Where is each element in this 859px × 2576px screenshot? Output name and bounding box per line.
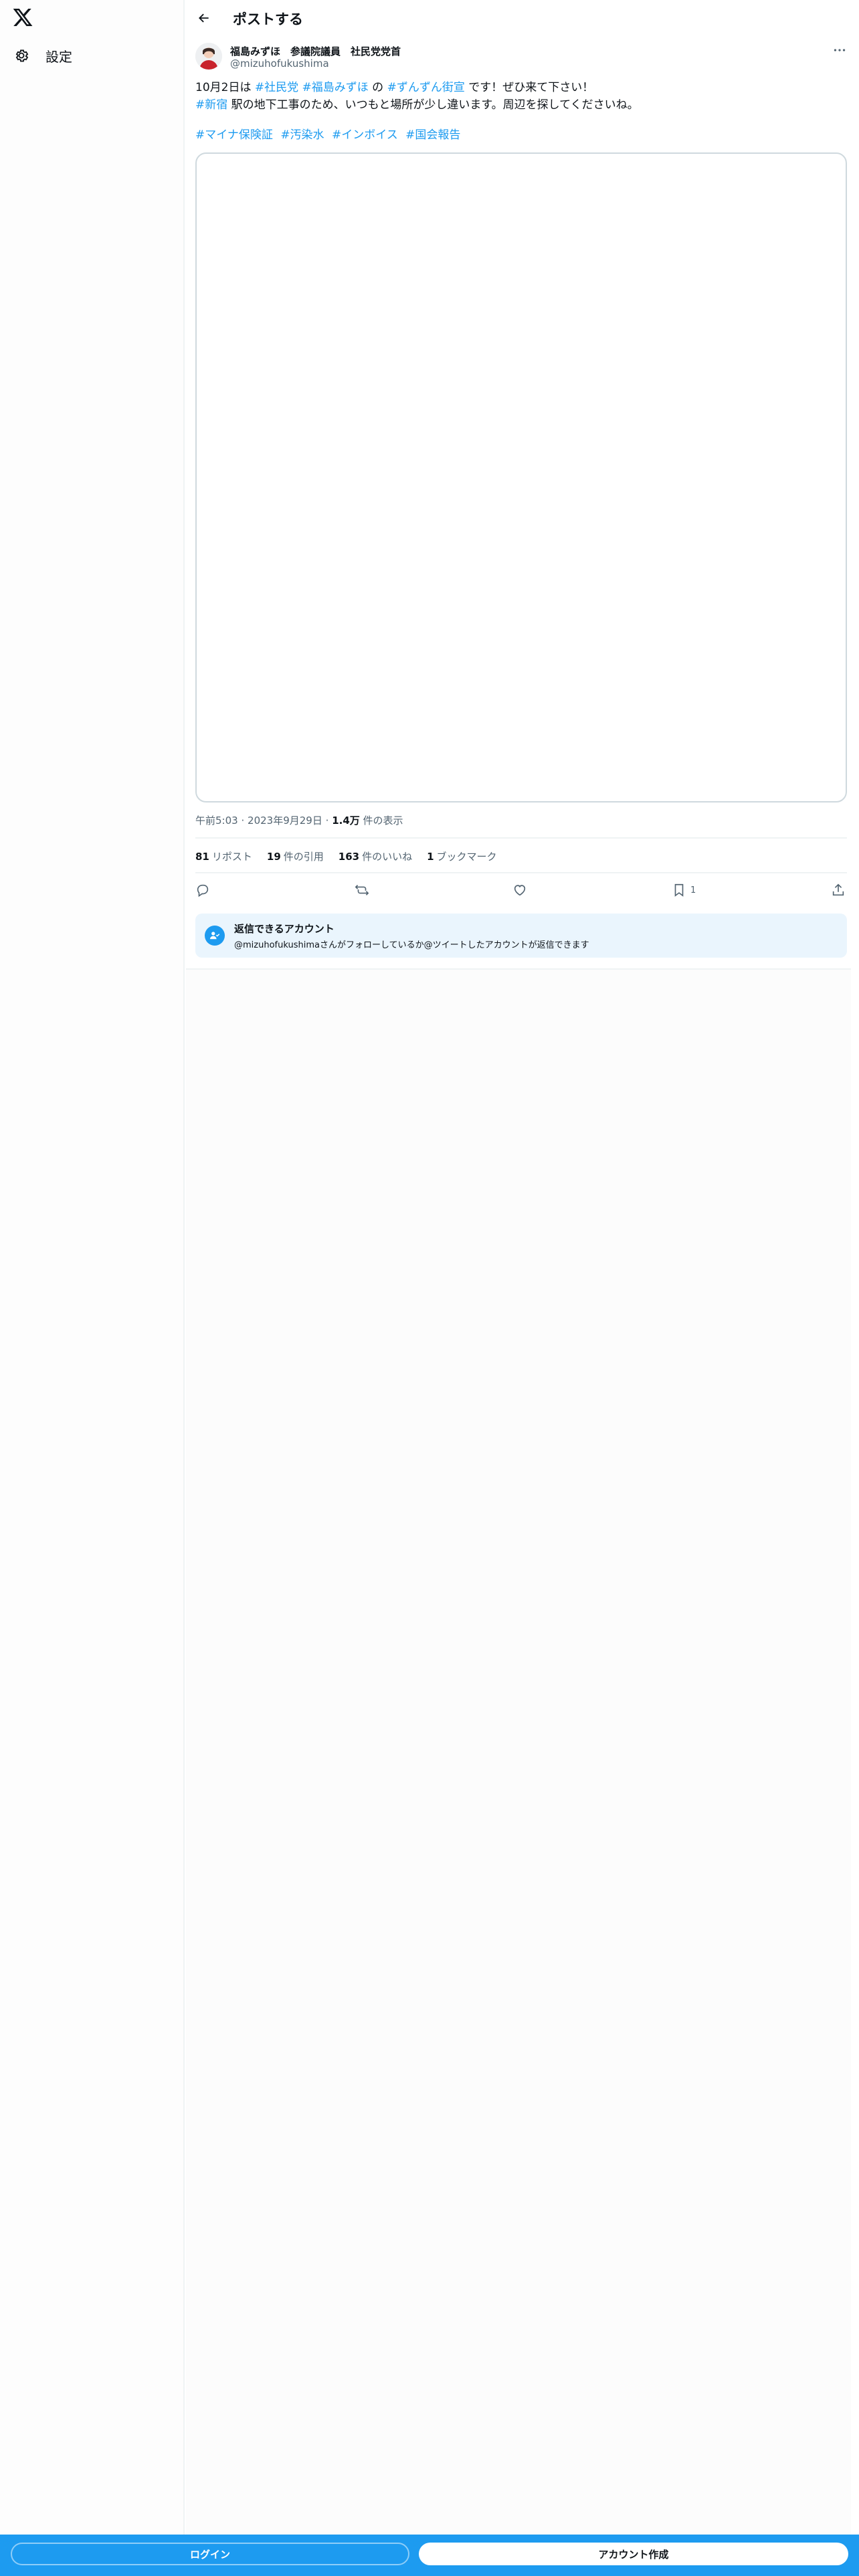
views-label: 件の表示 xyxy=(363,815,403,827)
share-button[interactable] xyxy=(831,880,846,900)
reply-restriction-title: 返信できるアカウント xyxy=(234,923,335,935)
heart-icon xyxy=(514,885,526,896)
gear-icon xyxy=(15,49,29,62)
reply-restriction-notice: 返信できるアカウント @mizuhofukushimaさんがフォローしているか@… xyxy=(195,914,847,958)
author-name[interactable]: 福島みずほ 参議院議員 社民党党首 xyxy=(230,44,401,58)
nav-settings-link[interactable]: 設定 xyxy=(13,44,72,67)
bookmarks-label: ブックマーク xyxy=(436,851,497,863)
meta-separator: · xyxy=(241,815,245,827)
post-text: 10月2日は #社民党 #福島みずほ の #ずんずん街宣 です！ぜひ来て下さい！… xyxy=(195,79,838,114)
bookmarks-stat[interactable]: 1 ブックマーク xyxy=(427,849,496,863)
hashtag-link[interactable]: #ずんずん街宣 xyxy=(387,81,465,94)
bookmark-icon xyxy=(674,883,684,897)
reposts-stat[interactable]: 81 リポスト xyxy=(195,849,252,863)
login-button[interactable]: ログイン xyxy=(11,2543,409,2565)
repost-icon xyxy=(355,885,369,895)
page-title: ポストする xyxy=(233,11,303,27)
signup-button[interactable]: アカウント作成 xyxy=(419,2543,848,2565)
quotes-stat[interactable]: 19 件の引用 xyxy=(267,849,324,863)
like-button[interactable] xyxy=(512,880,527,900)
reply-restriction-description: @mizuhofukushimaさんがフォローしているか@ツイートしたアカウント… xyxy=(234,940,589,950)
post-stats: 81 リポスト 19 件の引用 163 件のいいね 1 ブックマーク xyxy=(195,849,512,863)
post-meta: 午前5:03 · 2023年9月29日 · 1.4万 件の表示 xyxy=(195,813,403,827)
reposts-count: 81 xyxy=(195,851,209,863)
avatar[interactable] xyxy=(195,43,222,70)
quotes-label: 件の引用 xyxy=(283,851,324,863)
likes-count: 163 xyxy=(338,851,360,863)
likes-label: 件のいいね xyxy=(362,851,413,863)
post-text-segment: の xyxy=(368,81,387,94)
divider xyxy=(195,872,847,873)
hashtag-link[interactable]: #汚染水 xyxy=(280,128,324,142)
more-button[interactable] xyxy=(832,44,847,56)
likes-stat[interactable]: 163 件のいいね xyxy=(339,849,412,863)
user-check-icon xyxy=(205,926,225,946)
reply-icon xyxy=(197,884,209,897)
post-actions: 1 xyxy=(195,880,847,900)
reply-button[interactable] xyxy=(195,880,210,900)
repost-button[interactable] xyxy=(355,880,369,900)
hashtag-link[interactable]: #福島みずほ xyxy=(302,81,369,94)
bookmark-button[interactable]: 1 xyxy=(672,880,696,900)
share-icon xyxy=(832,883,844,896)
hashtag-link[interactable]: #社民党 xyxy=(255,81,298,94)
bookmark-count: 1 xyxy=(690,885,696,895)
more-horizontal-icon xyxy=(834,49,846,51)
meta-separator: · xyxy=(325,815,329,827)
hashtag-link[interactable]: #インボイス xyxy=(332,128,398,142)
bookmarks-count: 1 xyxy=(427,851,434,863)
hashtag-link[interactable]: #国会報告 xyxy=(405,128,460,142)
post-detail: ポストする 福島みずほ 参議院議員 社民党党首 @mizuhofukushima… xyxy=(186,0,851,970)
post-media[interactable] xyxy=(195,152,847,802)
nav-settings-label: 設定 xyxy=(45,48,72,65)
main-column: ポストする 福島みずほ 参議院議員 社民党党首 @mizuhofukushima… xyxy=(186,0,851,2576)
x-logo-icon[interactable] xyxy=(12,7,33,28)
post-text-segment: 駅の地下工事のため、いつもと場所が少し違います。周辺を探してくださいね。 xyxy=(227,98,639,112)
hashtag-link[interactable]: #新宿 xyxy=(195,98,227,112)
hashtag-list: #マイナ保険証 #汚染水 #インボイス #国会報告 xyxy=(195,127,464,143)
back-button[interactable] xyxy=(193,7,215,29)
reposts-label: リポスト xyxy=(211,851,252,863)
left-nav: 設定 xyxy=(0,0,185,2576)
author-handle[interactable]: @mizuhofukushima xyxy=(230,58,329,70)
arrow-left-icon xyxy=(199,13,209,23)
bottom-signup-bar: ログイン アカウント作成 xyxy=(0,2535,859,2576)
views-count: 1.4万 xyxy=(332,815,360,827)
divider xyxy=(195,837,847,839)
hashtag-link[interactable]: #マイナ保険証 xyxy=(195,128,273,142)
post-date[interactable]: 2023年9月29日 xyxy=(248,815,322,827)
post-time[interactable]: 午前5:03 xyxy=(195,815,238,827)
post-text-segment: です！ぜひ来て下さい！ xyxy=(464,81,594,94)
quotes-count: 19 xyxy=(266,851,281,863)
post-text-segment: 10月2日は xyxy=(195,81,255,94)
